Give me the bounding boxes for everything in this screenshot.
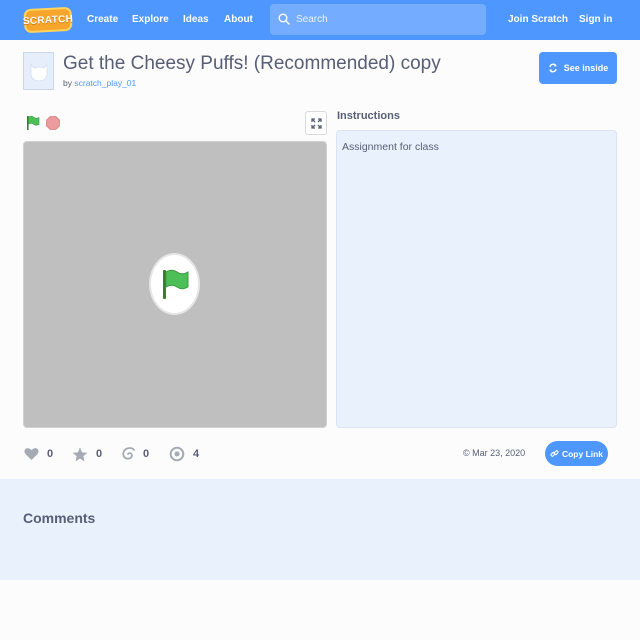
see-inside-button[interactable]: See inside	[539, 52, 617, 84]
fullscreen-button[interactable]	[305, 111, 327, 135]
nav-explore[interactable]: Explore	[132, 0, 169, 40]
project-date: © Mar 23, 2020	[463, 448, 526, 458]
author-avatar[interactable]	[23, 52, 54, 90]
green-flag-icon[interactable]	[25, 115, 41, 131]
stage-start-button[interactable]	[149, 253, 200, 315]
green-flag-icon	[162, 269, 188, 299]
remix-stat: 0	[121, 444, 149, 464]
eye-icon	[169, 446, 185, 462]
author-link[interactable]: scratch_play_01	[74, 78, 136, 88]
nav-about[interactable]: About	[224, 0, 253, 40]
favorite-count: 0	[96, 448, 103, 460]
remix-count: 0	[143, 448, 150, 460]
search-icon	[278, 13, 290, 25]
link-icon	[550, 450, 559, 457]
instructions-panel	[336, 130, 617, 428]
remix-icon	[122, 447, 135, 460]
love-count: 0	[47, 448, 54, 460]
copy-link-button[interactable]: Copy Link	[545, 441, 608, 466]
instructions-text: Assignment for class	[342, 141, 439, 153]
sign-in-link[interactable]: Sign in	[579, 0, 612, 40]
author-line: by scratch_play_01	[63, 78, 136, 88]
refresh-icon	[549, 63, 557, 73]
scratch-logo[interactable]: SCRATCH	[23, 6, 73, 34]
instructions-heading: Instructions	[337, 110, 400, 122]
join-scratch-link[interactable]: Join Scratch	[508, 0, 568, 40]
views-count: 4	[193, 448, 200, 460]
comments-section	[0, 479, 640, 580]
top-nav: SCRATCH Create Explore Ideas About Join …	[0, 0, 640, 40]
nav-ideas[interactable]: Ideas	[183, 0, 209, 40]
search-input[interactable]	[294, 4, 482, 35]
project-title: Get the Cheesy Puffs! (Recommended) copy	[63, 53, 441, 74]
fullscreen-icon	[310, 117, 322, 129]
copy-link-label: Copy Link	[561, 448, 604, 459]
views-stat: 4	[169, 444, 199, 464]
star-icon	[72, 447, 88, 461]
cat-avatar-icon	[30, 62, 47, 82]
comments-heading: Comments	[23, 510, 96, 526]
heart-icon	[24, 448, 39, 460]
nav-create[interactable]: Create	[87, 0, 118, 40]
by-label: by	[63, 78, 72, 88]
search-box[interactable]	[270, 4, 486, 35]
see-inside-label: See inside	[563, 63, 609, 73]
favorite-stat[interactable]: 0	[72, 444, 102, 464]
love-stat[interactable]: 0	[24, 444, 53, 464]
stop-icon[interactable]	[46, 116, 60, 130]
